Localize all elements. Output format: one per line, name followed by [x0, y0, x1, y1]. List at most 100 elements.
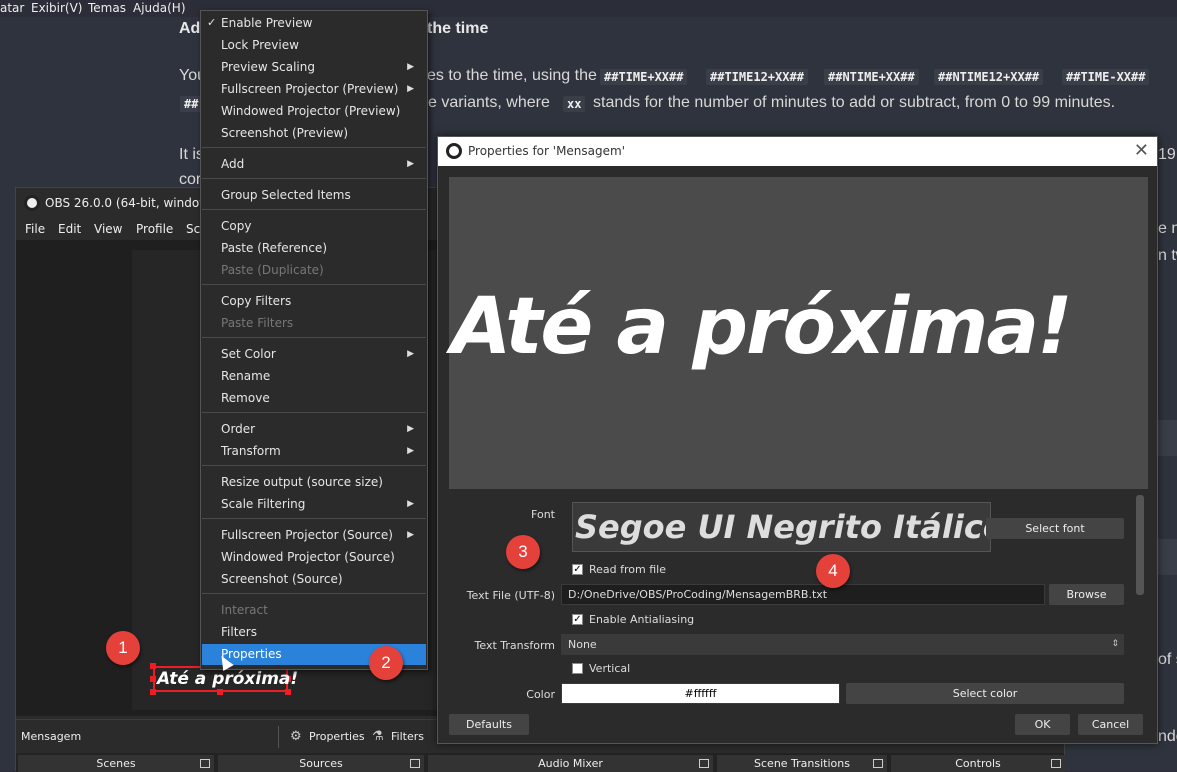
- resize-handle-tl[interactable]: [150, 663, 156, 669]
- menu-screenshot-source[interactable]: Screenshot (Source): [202, 569, 426, 590]
- resize-handle-l[interactable]: [150, 676, 156, 682]
- cancel-button[interactable]: Cancel: [1078, 714, 1143, 735]
- text-transform-value: None: [568, 638, 597, 651]
- select-font-button[interactable]: Select font: [986, 518, 1124, 539]
- resize-handle-b[interactable]: [217, 689, 223, 695]
- menu-label: Transform: [221, 444, 281, 458]
- read-from-file-checkbox[interactable]: ✓: [572, 564, 583, 575]
- menu-lock-preview[interactable]: Lock Preview: [202, 35, 426, 56]
- dock-sources[interactable]: Sources: [218, 755, 424, 772]
- doc-heading-right: the time: [427, 20, 489, 37]
- menu-separator: [202, 209, 426, 210]
- doc-para1b-tail: stands for the number of minutes to add …: [593, 94, 1116, 111]
- menu-label: Paste Filters: [221, 316, 294, 330]
- menu-remove[interactable]: Remove: [202, 388, 426, 409]
- menu-scale-filtering[interactable]: Scale Filtering ▶: [202, 494, 426, 515]
- menu-item-ajuda[interactable]: Ajuda(H): [133, 1, 186, 15]
- undock-icon[interactable]: [1051, 759, 1061, 768]
- vertical-checkbox[interactable]: [572, 663, 583, 674]
- menu-filters[interactable]: Filters: [202, 622, 426, 643]
- doc-para2-right: 19:: [1158, 146, 1177, 163]
- doc-edge-1: e n: [1158, 220, 1177, 237]
- obs-menu-view[interactable]: View: [94, 222, 122, 236]
- dock-controls[interactable]: Controls: [891, 755, 1065, 772]
- select-color-button[interactable]: Select color: [846, 683, 1124, 704]
- close-icon[interactable]: ✕: [1134, 140, 1149, 161]
- read-from-file-label: Read from file: [589, 563, 666, 576]
- doc-para1-right: es to the time, using the: [427, 67, 597, 84]
- menu-screenshot-preview[interactable]: Screenshot (Preview): [202, 123, 426, 144]
- menu-resize-output[interactable]: Resize output (source size): [202, 472, 426, 493]
- doc-heading-left: Ad: [179, 20, 201, 37]
- dock-scenes[interactable]: Scenes: [18, 755, 214, 772]
- menu-rename[interactable]: Rename: [202, 366, 426, 387]
- text-transform-label: Text Transform: [474, 639, 555, 652]
- doc-code-block: [1158, 420, 1177, 456]
- enable-antialiasing-checkbox[interactable]: ✓: [572, 614, 583, 625]
- undock-icon[interactable]: [699, 759, 709, 768]
- properties-button[interactable]: Properties: [309, 730, 365, 743]
- annotation-badge-3: 3: [506, 535, 540, 569]
- menu-fullscreen-projector-preview[interactable]: Fullscreen Projector (Preview) ▶: [202, 79, 426, 100]
- menu-label: Screenshot (Source): [221, 572, 343, 586]
- ok-button[interactable]: OK: [1015, 714, 1070, 735]
- browse-button[interactable]: Browse: [1049, 584, 1124, 605]
- background-menubar: atar Exibir(V) Temas Ajuda(H): [0, 0, 1177, 17]
- submenu-arrow-icon: ▶: [407, 84, 414, 94]
- properties-preview: Até a próxima!: [449, 177, 1148, 489]
- defaults-button[interactable]: Defaults: [449, 714, 529, 735]
- submenu-arrow-icon: ▶: [407, 530, 414, 540]
- menu-copy[interactable]: Copy: [202, 216, 426, 237]
- annotation-badge-4: 4: [816, 554, 850, 588]
- filters-icon: ⚗: [372, 729, 384, 744]
- submenu-arrow-icon: ▶: [407, 62, 414, 72]
- menu-copy-filters[interactable]: Copy Filters: [202, 291, 426, 312]
- menu-label: Lock Preview: [221, 38, 299, 52]
- undock-icon[interactable]: [200, 759, 210, 768]
- menu-transform[interactable]: Transform ▶: [202, 441, 426, 462]
- menu-group-selected-items[interactable]: Group Selected Items: [202, 185, 426, 206]
- dock-scene-transitions-label: Scene Transitions: [754, 757, 850, 770]
- properties-dialog: Properties for 'Mensagem' ✕ Até a próxim…: [437, 136, 1158, 744]
- dock-titles: Scenes Sources Audio Mixer Scene Transit…: [16, 753, 1065, 772]
- menu-separator: [202, 147, 426, 148]
- dock-audio-mixer[interactable]: Audio Mixer: [428, 755, 713, 772]
- submenu-arrow-icon: ▶: [407, 446, 414, 456]
- menu-fullscreen-projector-source[interactable]: Fullscreen Projector (Source) ▶: [202, 525, 426, 546]
- menu-item-temas[interactable]: Temas: [88, 1, 126, 15]
- obs-logo-icon: [446, 143, 462, 159]
- menu-preview-scaling[interactable]: Preview Scaling ▶: [202, 57, 426, 78]
- properties-scrollbar[interactable]: [1136, 495, 1144, 595]
- color-label: Color: [526, 688, 555, 701]
- menu-item-atar[interactable]: atar: [0, 1, 24, 15]
- obs-menu-file[interactable]: File: [25, 222, 45, 236]
- menu-item-exibir[interactable]: Exibir(V): [31, 1, 82, 15]
- doc-edge-2: n tw: [1158, 247, 1177, 264]
- menu-enable-preview[interactable]: ✓ Enable Preview: [202, 13, 426, 34]
- dock-scene-transitions[interactable]: Scene Transitions: [717, 755, 887, 772]
- color-swatch[interactable]: #ffffff: [561, 683, 840, 704]
- menu-label: Fullscreen Projector (Source): [221, 528, 393, 542]
- resize-handle-bl[interactable]: [150, 689, 156, 695]
- undock-icon[interactable]: [873, 759, 883, 768]
- menu-paste-reference[interactable]: Paste (Reference): [202, 238, 426, 259]
- text-transform-select[interactable]: None ⇕: [561, 634, 1124, 655]
- menu-paste-duplicate: Paste (Duplicate): [202, 260, 426, 281]
- obs-menu-profile[interactable]: Profile: [136, 222, 173, 236]
- obs-menu-edit[interactable]: Edit: [58, 222, 81, 236]
- resize-handle-br[interactable]: [285, 689, 291, 695]
- menu-windowed-projector-source[interactable]: Windowed Projector (Source): [202, 547, 426, 568]
- dock-scenes-label: Scenes: [96, 757, 136, 770]
- properties-titlebar: Properties for 'Mensagem' ✕: [438, 137, 1157, 166]
- filters-button[interactable]: Filters: [391, 730, 424, 743]
- menu-interact: Interact: [202, 600, 426, 621]
- undock-icon[interactable]: [410, 759, 420, 768]
- menu-windowed-projector-preview[interactable]: Windowed Projector (Preview): [202, 101, 426, 122]
- menu-label: Group Selected Items: [221, 188, 351, 202]
- menu-order[interactable]: Order ▶: [202, 419, 426, 440]
- menu-label: Interact: [221, 603, 268, 617]
- menu-set-color[interactable]: Set Color ▶: [202, 344, 426, 365]
- divider: [278, 726, 279, 748]
- menu-add[interactable]: Add ▶: [202, 154, 426, 175]
- text-file-field[interactable]: D:/OneDrive/OBS/ProCoding/MensagemBRB.tx…: [561, 584, 1045, 605]
